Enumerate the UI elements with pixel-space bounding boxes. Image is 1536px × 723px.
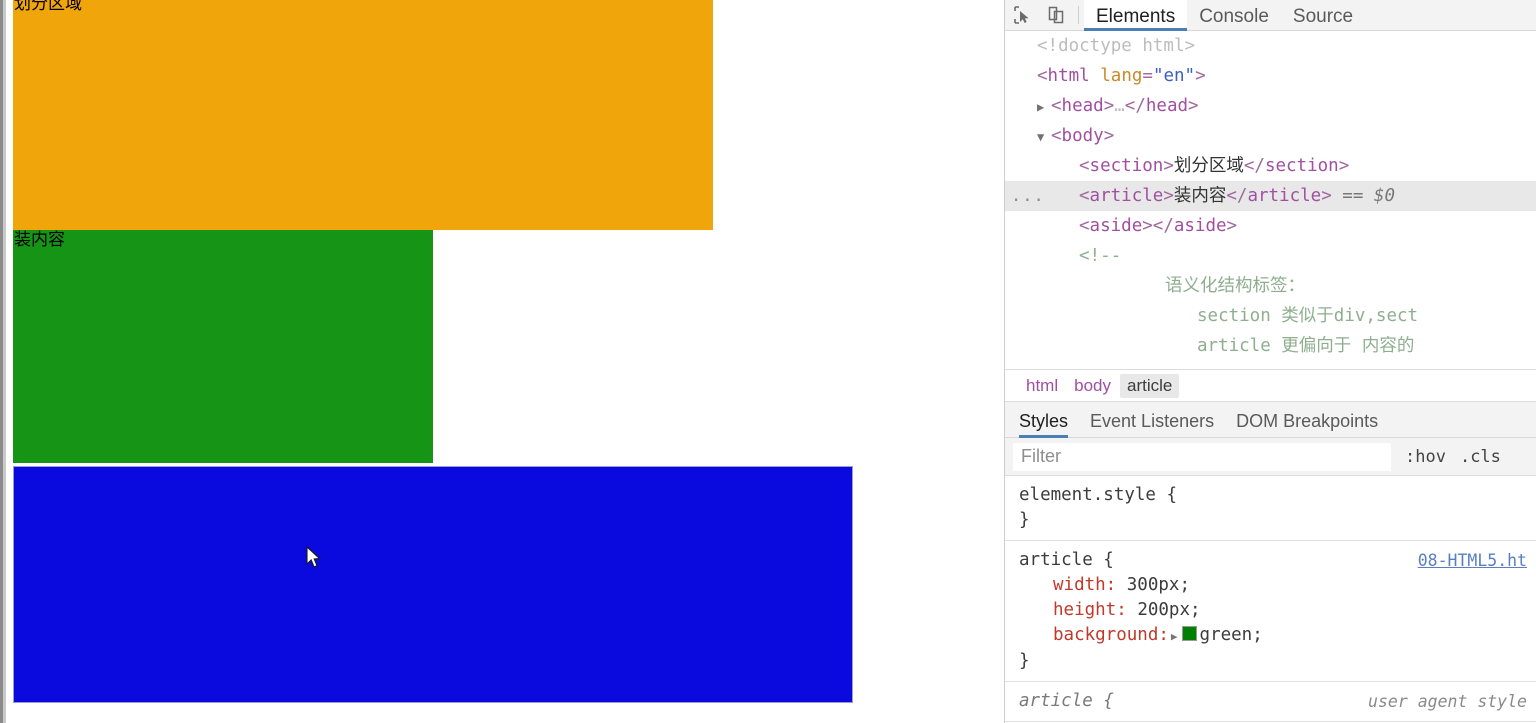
dom-row-doctype[interactable]: <!doctype html> <box>1005 31 1536 61</box>
tab-event-listeners[interactable]: Event Listeners <box>1090 402 1214 438</box>
comment-line-3-text: article 更偏向于 内容的 <box>1197 336 1415 356</box>
declaration-height-value[interactable]: 200px; <box>1137 600 1200 620</box>
declaration-width[interactable]: width: 300px; <box>1019 573 1536 598</box>
element-style-selector: element.style { <box>1019 485 1178 505</box>
breadcrumb: html body article <box>1005 369 1536 402</box>
breadcrumb-item-body[interactable]: body <box>1067 374 1118 398</box>
section-tag-name: section <box>1089 156 1164 176</box>
tab-styles[interactable]: Styles <box>1019 402 1069 438</box>
page-block-aside[interactable] <box>13 466 853 703</box>
article-selector: article { <box>1019 550 1114 570</box>
dom-row-comment-line-2[interactable]: section 类似于div,sect <box>1005 301 1536 331</box>
article-text-node: 装内容 <box>1173 186 1227 206</box>
head-ellipsis: … <box>1114 96 1125 116</box>
dom-row-comment-line-3[interactable]: article 更偏向于 内容的 <box>1005 331 1536 361</box>
element-style-close-brace: } <box>1019 510 1030 530</box>
article-selector-row: article { 08-HTML5.ht <box>1019 548 1536 573</box>
chevron-right-icon[interactable]: ▶ <box>1171 624 1178 649</box>
dom-row-comment-open[interactable]: <!-- <box>1005 241 1536 271</box>
doctype-text: <!doctype html> <box>1037 36 1196 56</box>
article-close-tag-name: article <box>1247 186 1322 206</box>
toolbar-divider <box>1078 6 1079 24</box>
filter-input[interactable] <box>1013 442 1391 471</box>
color-swatch-icon[interactable] <box>1181 626 1197 641</box>
stylesheet-origin-link[interactable]: 08-HTML5.ht <box>1418 548 1527 573</box>
styles-rules-pane[interactable]: element.style { } article { 08-HTML5.ht … <box>1005 476 1536 723</box>
page-block-article[interactable]: 装内容 <box>13 230 433 463</box>
html-lang-attr: lang <box>1100 66 1143 86</box>
breadcrumb-item-article[interactable]: article <box>1120 373 1180 398</box>
styles-filter-bar: :hov .cls <box>1005 438 1536 476</box>
node-menu-icon[interactable]: ... <box>1011 181 1045 211</box>
devtools-toolbar: Elements Console Source <box>1005 0 1536 31</box>
css-rule-element-style[interactable]: element.style { } <box>1005 476 1536 541</box>
dom-tree[interactable]: <!doctype html> <html lang="en"> ▶ <head>… <box>1005 31 1536 369</box>
page-viewport: 划分区域 装内容 <box>0 0 1004 723</box>
element-style-selector-row: element.style { <box>1019 483 1536 508</box>
article-ua-selector: article { <box>1019 691 1114 711</box>
selected-node-marker: == $0 <box>1342 186 1395 206</box>
comment-line-2-text: section 类似于div,sect <box>1197 306 1419 326</box>
aside-tag-name: aside <box>1089 216 1143 236</box>
dom-row-head[interactable]: ▶ <head>…</head> <box>1005 91 1536 121</box>
screen-root: 划分区域 装内容 Elements Console Source <!docty… <box>0 0 1536 723</box>
chevron-down-icon[interactable]: ▼ <box>1037 122 1051 152</box>
declaration-background[interactable]: background: ▶ green; <box>1019 623 1536 649</box>
html-tag-name: html <box>1047 66 1090 86</box>
dom-row-body[interactable]: ▼ <body> <box>1005 121 1536 151</box>
user-agent-origin-label: user agent style <box>1368 692 1527 711</box>
article-close-brace: } <box>1019 651 1030 671</box>
dom-row-html[interactable]: <html lang="en"> <box>1005 61 1536 91</box>
dom-row-aside[interactable]: <aside></aside> <box>1005 211 1536 241</box>
article-tag-name: article <box>1089 186 1164 206</box>
declaration-height-property: height: <box>1053 600 1127 620</box>
dom-row-comment-line-1[interactable]: 语义化结构标签： <box>1005 271 1536 301</box>
declaration-background-property: background: <box>1053 625 1169 645</box>
section-text-node: 划分区域 <box>1173 156 1244 176</box>
chevron-right-icon[interactable]: ▶ <box>1037 92 1051 122</box>
declaration-width-property: width: <box>1053 575 1117 595</box>
css-rule-article-author[interactable]: article { 08-HTML5.ht width: 300px; heig… <box>1005 541 1536 682</box>
head-close-tag-name: head <box>1145 96 1189 116</box>
aside-close-tag-name: aside <box>1173 216 1227 236</box>
html-lt: < <box>1037 66 1048 86</box>
hov-toggle-button[interactable]: :hov <box>1405 447 1446 467</box>
device-toolbar-icon[interactable] <box>1039 0 1073 30</box>
inspect-element-icon[interactable] <box>1005 0 1039 30</box>
tab-sources[interactable]: Source <box>1281 0 1365 31</box>
declaration-height[interactable]: height: 200px; <box>1019 598 1536 623</box>
comment-open-text: <!-- <box>1079 246 1122 266</box>
window-left-edge-inner <box>3 0 6 723</box>
tab-console[interactable]: Console <box>1187 0 1281 31</box>
declaration-width-value[interactable]: 300px; <box>1127 575 1190 595</box>
css-rule-article-ua[interactable]: article { user agent style <box>1005 682 1536 722</box>
comment-line-1-text: 语义化结构标签： <box>1165 276 1305 296</box>
breadcrumb-item-html[interactable]: html <box>1019 374 1065 398</box>
dom-row-article[interactable]: ... <article>装内容</article> == $0 <box>1005 181 1536 211</box>
declaration-background-value[interactable]: green; <box>1200 625 1263 645</box>
page-block-section[interactable]: 划分区域 <box>13 0 713 230</box>
section-close-tag-name: section <box>1264 156 1339 176</box>
tab-elements[interactable]: Elements <box>1084 0 1188 31</box>
styles-tab-bar: Styles Event Listeners DOM Breakpoints <box>1005 402 1536 438</box>
cls-toggle-button[interactable]: .cls <box>1460 447 1501 467</box>
head-tag-name: head <box>1061 96 1104 116</box>
devtools-panel: Elements Console Source <!doctype html> … <box>1004 0 1536 723</box>
body-tag-name: body <box>1061 126 1104 146</box>
dom-row-section[interactable]: <section>划分区域</section> <box>1005 151 1536 181</box>
article-ua-selector-row: article { user agent style <box>1019 689 1536 714</box>
tab-dom-breakpoints[interactable]: DOM Breakpoints <box>1236 402 1378 438</box>
html-lang-value: "en" <box>1152 66 1196 86</box>
